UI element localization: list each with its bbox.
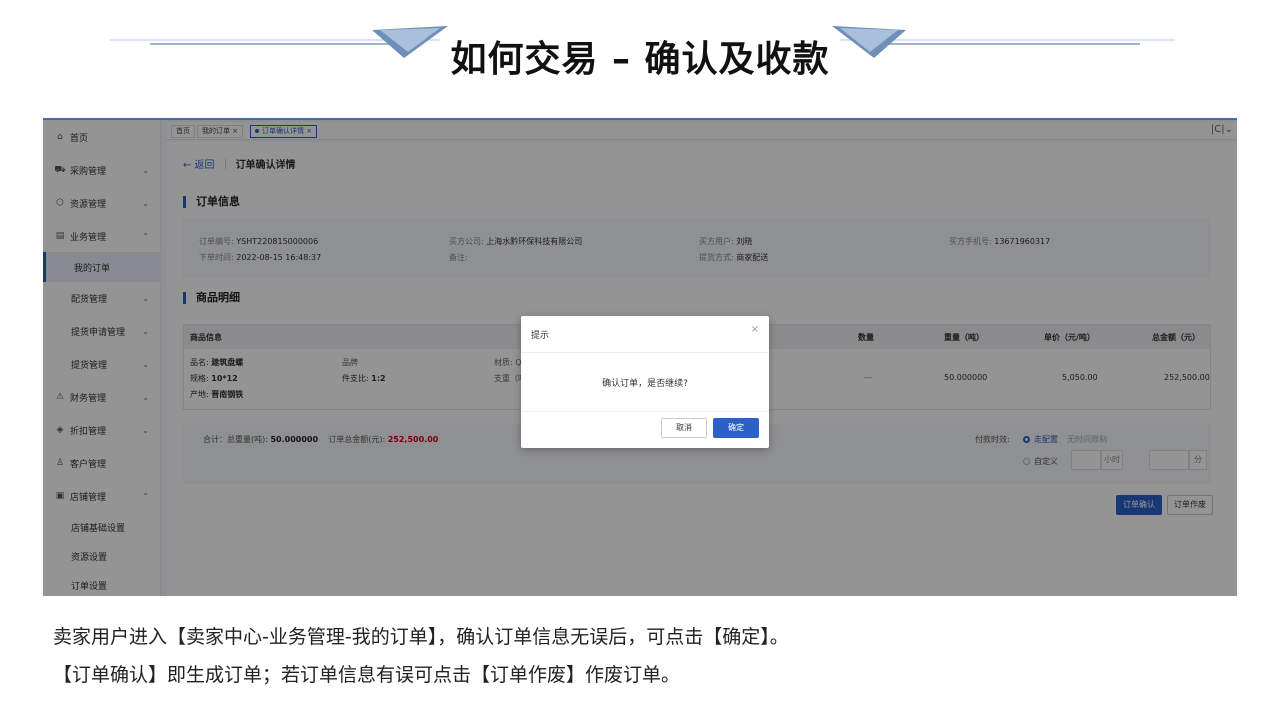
confirm-dialog: 提示 × 确认订单，是否继续? 取消 确定	[521, 316, 769, 448]
caption-line-2: 【订单确认】即生成订单；若订单信息有误可点击【订单作废】作废订单。	[53, 664, 681, 686]
dialog-message: 确认订单，是否继续?	[602, 379, 688, 389]
cancel-button[interactable]: 取消	[661, 418, 707, 438]
caption-line-1: 卖家用户进入【卖家中心-业务管理-我的订单】，确认订单信息无误后，可点击【确定】…	[53, 626, 789, 648]
slide-title: 如何交易 – 确认及收款	[450, 39, 830, 80]
close-icon[interactable]: ×	[751, 324, 759, 335]
slide-header: 如何交易 – 确认及收款	[0, 0, 1280, 100]
app-screenshot: ⌂ 首页 ⛟ 采购管理 ⌄ ⬡ 资源管理 ⌄ ▤ 业务管理 ⌃ 我的订单 配货管…	[43, 118, 1237, 596]
divider	[521, 352, 769, 353]
dialog-title: 提示	[531, 331, 550, 341]
ok-button[interactable]: 确定	[713, 418, 759, 438]
divider	[521, 411, 769, 412]
